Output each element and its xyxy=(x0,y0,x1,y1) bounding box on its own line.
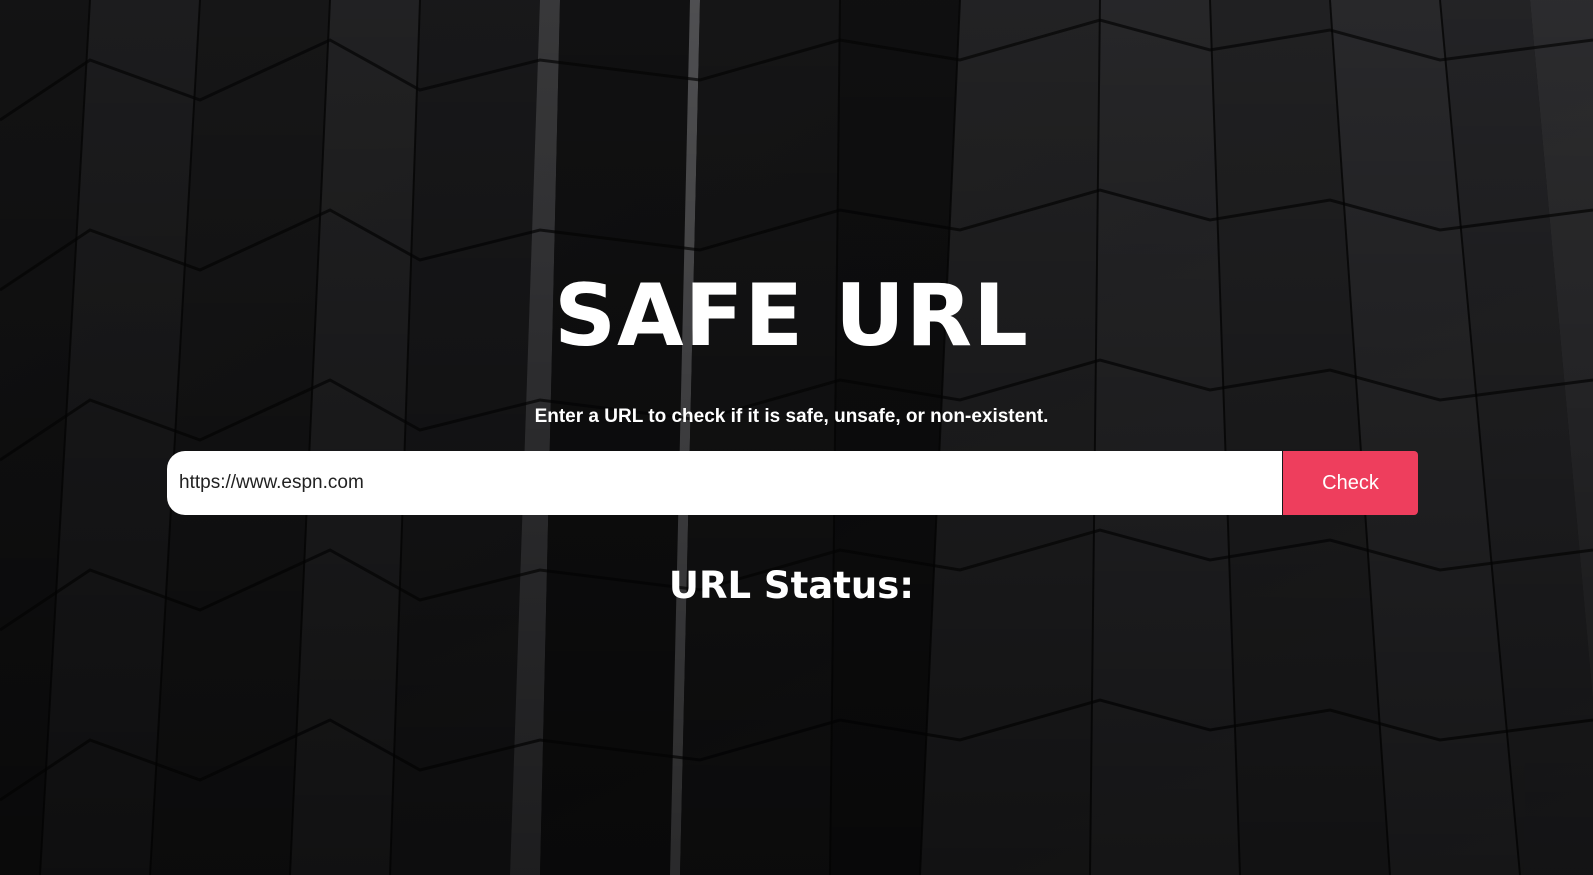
page-title: SAFE URL xyxy=(554,266,1029,366)
url-status-heading: URL Status: xyxy=(668,564,915,607)
page: SAFE URL Enter a URL to check if it is s… xyxy=(0,0,1593,875)
check-button[interactable]: Check xyxy=(1283,451,1418,515)
page-subtitle: Enter a URL to check if it is safe, unsa… xyxy=(534,406,1049,427)
url-input[interactable] xyxy=(167,451,1282,515)
main-content: SAFE URL Enter a URL to check if it is s… xyxy=(0,0,1593,875)
